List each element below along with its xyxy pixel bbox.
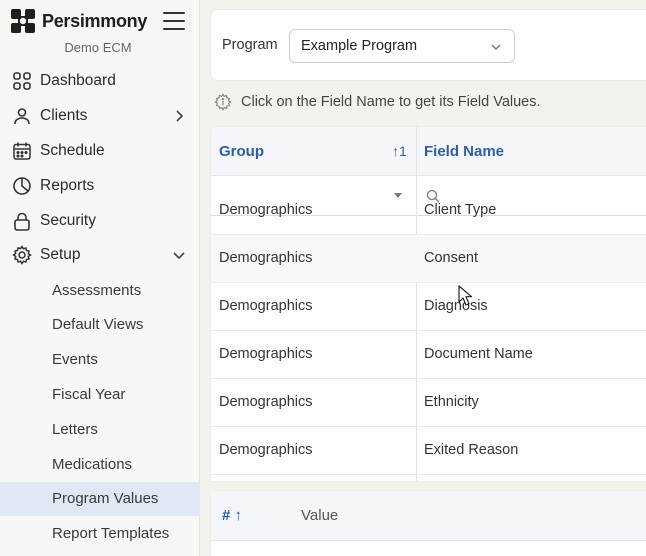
- nav-label-dashboard: Dashboard: [40, 72, 116, 90]
- nav-item-clients[interactable]: Clients: [0, 99, 200, 134]
- gear-info-icon: [214, 93, 232, 111]
- field-grid: Group ↑1 Field Name Demographics Client …: [210, 126, 646, 482]
- cell-group: Demographics: [219, 346, 313, 362]
- program-bar: Program Example Program: [210, 9, 646, 81]
- cell-field-name[interactable]: Client Type: [424, 202, 496, 218]
- cell-field-name[interactable]: Ethnicity: [424, 394, 479, 410]
- setup-item-report-templates[interactable]: Report Templates: [0, 516, 200, 551]
- table-row[interactable]: Demographics Diagnosis: [211, 283, 646, 331]
- cell-group: Demographics: [219, 298, 313, 314]
- nav-item-schedule[interactable]: Schedule: [0, 134, 200, 169]
- nav-label-reports: Reports: [40, 176, 95, 194]
- brand[interactable]: Persimmony: [10, 8, 147, 34]
- table-row[interactable]: Demographics Document Name: [211, 331, 646, 379]
- table-row[interactable]: Demographics Ethnicity: [211, 379, 646, 427]
- nav-item-reports[interactable]: Reports: [0, 168, 200, 203]
- setup-item-events[interactable]: Events: [0, 342, 200, 377]
- chevron-right-icon: [176, 110, 184, 122]
- nav-label-setup: Setup: [40, 246, 81, 264]
- menu-toggle-icon[interactable]: [163, 12, 185, 30]
- nav-item-setup[interactable]: Setup: [0, 238, 200, 273]
- dashboard-icon: [11, 70, 33, 92]
- user-icon: [11, 105, 33, 127]
- program-select[interactable]: Example Program: [289, 29, 515, 63]
- cell-field-name[interactable]: Document Name: [424, 346, 533, 362]
- chevron-down-icon: [173, 252, 185, 260]
- table-row[interactable]: Demographics Consent: [211, 235, 646, 283]
- setup-item-program-values[interactable]: Program Values: [0, 481, 200, 517]
- persimmony-logo-icon: [11, 9, 35, 33]
- column-header-value[interactable]: Value: [301, 507, 338, 524]
- nav-label-security: Security: [40, 211, 96, 229]
- cell-group: Demographics: [219, 442, 313, 458]
- cell-field-name[interactable]: Diagnosis: [424, 298, 488, 314]
- nav-label-clients: Clients: [40, 107, 88, 125]
- nav-item-security[interactable]: Security: [0, 203, 200, 238]
- main-nav: Dashboard Clients Schedule Reports Secur…: [0, 64, 200, 551]
- hint-text: Click on the Field Name to get its Field…: [241, 94, 541, 110]
- chevron-down-icon: [491, 44, 501, 50]
- nav-label-schedule: Schedule: [40, 141, 105, 159]
- cell-group: Demographics: [219, 394, 313, 410]
- program-selected-value: Example Program: [301, 38, 418, 54]
- values-grid-header: # ↑ Value: [211, 491, 646, 541]
- calendar-icon: [11, 140, 33, 162]
- brand-name: Persimmony: [42, 10, 148, 31]
- column-header-field-name[interactable]: Field Name: [424, 127, 504, 176]
- grid-header: Group ↑1 Field Name: [211, 127, 646, 176]
- setup-item-fiscal-year[interactable]: Fiscal Year: [0, 377, 200, 412]
- values-grid: # ↑ Value: [210, 490, 646, 556]
- gear-icon: [11, 244, 33, 266]
- cell-group: Demographics: [219, 202, 313, 218]
- sidebar: Persimmony Demo ECM Dashboard Clients Sc…: [0, 0, 200, 556]
- nav-item-dashboard[interactable]: Dashboard: [0, 64, 200, 99]
- pie-chart-icon: [11, 175, 33, 197]
- sort-ascending-icon: ↑1: [392, 143, 407, 159]
- setup-item-assessments[interactable]: Assessments: [0, 273, 200, 308]
- organization-name: Demo ECM: [64, 40, 132, 55]
- table-row[interactable]: Demographics Client Type: [211, 187, 646, 235]
- setup-item-default-views[interactable]: Default Views: [0, 308, 200, 343]
- program-label: Program: [222, 37, 278, 53]
- cell-field-name[interactable]: Exited Reason: [424, 442, 518, 458]
- table-row[interactable]: Demographics Exited Reason: [211, 427, 646, 475]
- mouse-cursor-icon: [458, 285, 473, 306]
- cell-group: Demographics: [219, 250, 313, 266]
- setup-item-medications[interactable]: Medications: [0, 447, 200, 482]
- info-hint: Click on the Field Name to get its Field…: [214, 93, 541, 111]
- lock-icon: [11, 210, 33, 232]
- column-header-group[interactable]: Group ↑1: [219, 127, 415, 176]
- setup-item-letters[interactable]: Letters: [0, 412, 200, 447]
- column-header-number[interactable]: # ↑: [222, 507, 242, 524]
- cell-field-name[interactable]: Consent: [424, 250, 478, 266]
